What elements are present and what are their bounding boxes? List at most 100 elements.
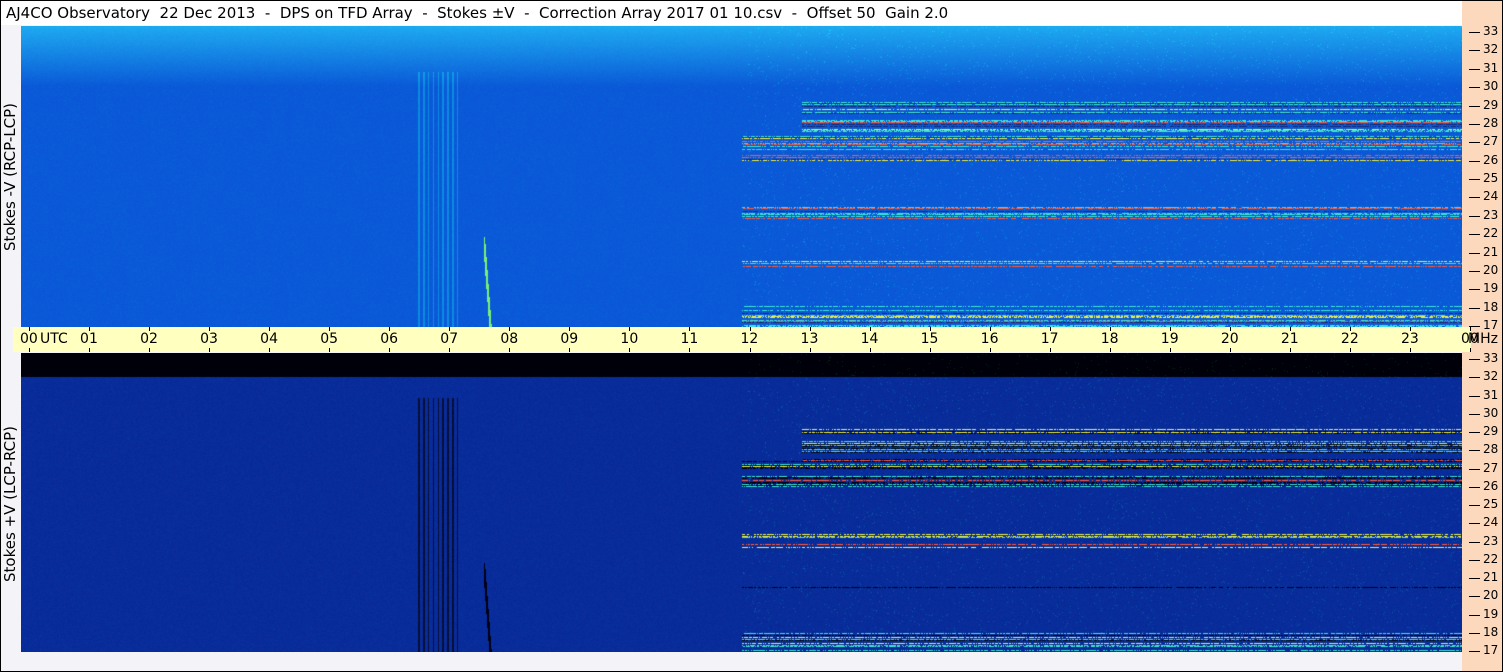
y-tick [1469,87,1480,89]
panel-label-top: Stokes -V (RCP-LCP) [1,103,19,251]
x-tick-label: 10 [620,331,639,347]
x-tick-label: 17 [1040,331,1059,347]
x-tick [1169,348,1171,352]
y-tick-label: 22 [1483,226,1499,241]
x-tick [929,348,931,352]
y-tick [1469,651,1480,652]
y-tick [1469,123,1480,125]
y-tick [1469,270,1480,272]
y-tick [1469,105,1480,107]
y-tick-label: 26 [1483,478,1499,493]
y-tick-label: 30 [1483,405,1499,420]
x-tick-label: 23 [1400,331,1419,347]
y-tick [1469,596,1480,598]
y-tick-label: 27 [1483,134,1499,149]
x-tick [509,348,511,352]
x-tick [569,348,571,352]
x-tick [809,348,811,352]
x-tick-label: 09 [560,331,579,347]
y-tick-label: 30 [1483,79,1499,94]
x-tick [629,348,631,352]
y-tick [1469,234,1480,236]
x-tick-label: 20 [1220,331,1239,347]
x-tick [449,348,451,352]
x-tick [1049,348,1051,352]
y-tick [1469,179,1480,180]
x-tick-label: 11 [680,331,699,347]
x-tick-label: 00 [20,331,38,347]
spectrogram-bottom-heatmap [21,353,1462,652]
y-tick [1469,523,1480,525]
x-tick [869,348,871,352]
y-tick-label: 25 [1483,171,1499,185]
x-tick [1409,348,1411,352]
x-tick-label: 12 [740,331,759,347]
y-tick-label: 17 [1483,643,1499,657]
y-tick [1469,395,1480,397]
y-tick [1469,50,1480,52]
x-tick [209,348,211,352]
x-tick-label: 19 [1160,331,1179,347]
x-tick-label: 16 [980,331,999,347]
y-axis-units: MHz [1468,331,1498,347]
y-tick-label: 22 [1483,551,1499,566]
x-tick-label: 08 [500,331,519,347]
y-tick [1469,252,1480,254]
x-tick [149,348,151,352]
y-tick [1469,326,1480,327]
y-tick [1469,377,1480,379]
y-tick-label: 33 [1483,351,1499,365]
x-tick [1229,348,1231,352]
spectrogram-top-heatmap [21,26,1462,327]
x-tick [89,348,91,352]
x-tick-label: 01 [80,331,98,347]
x-tick-label: 18 [1100,331,1119,347]
chart-title: AJ4CO Observatory 22 Dec 2013 - DPS on T… [6,4,949,22]
y-tick-label: 32 [1483,369,1499,384]
y-tick [1469,197,1480,199]
x-tick-label: 15 [920,331,939,347]
x-tick [1289,348,1291,352]
y-tick [1469,307,1480,309]
y-tick-label: 17 [1483,318,1499,332]
y-tick-label: 20 [1483,262,1499,277]
x-tick-label: 06 [380,331,399,347]
y-tick [1469,432,1480,433]
y-tick [1469,142,1480,144]
x-tick-label: 04 [260,331,278,347]
x-tick-label: 22 [1340,331,1359,347]
y-tick [1469,468,1480,470]
y-tick-label: 19 [1483,281,1499,296]
x-tick-label: 13 [800,331,819,347]
x-tick [749,348,751,352]
y-tick-label: 24 [1483,515,1499,530]
x-tick-label: 07 [440,331,459,347]
x-tick [1109,348,1111,352]
y-tick-label: 28 [1483,115,1499,130]
y-tick [1469,578,1480,579]
y-tick [1469,505,1480,506]
y-tick-label: 26 [1483,152,1499,167]
y-tick-label: 21 [1483,244,1499,259]
y-tick-label: 29 [1483,424,1499,438]
x-tick-label: 05 [320,331,339,347]
y-tick [1469,32,1480,33]
y-tick [1469,289,1480,291]
y-tick [1469,215,1480,217]
time-axis: 00 01 02 03 04 05 06 07 08 09 10 11 12 13 14 15 16 17 18 19… [13,327,1498,352]
panel-label-bottom: Stokes +V (LCP-RCP) [1,426,19,582]
y-tick [1469,450,1480,452]
x-tick-label: 14 [860,331,879,347]
y-tick-label: 18 [1483,624,1499,639]
y-tick [1469,559,1480,561]
y-tick-label: 27 [1483,460,1499,475]
y-tick [1469,614,1480,616]
x-tick [1470,348,1471,352]
x-tick [29,348,30,352]
x-tick [269,348,271,352]
spectrogram-window: AJ4CO Observatory 22 Dec 2013 - DPS on T… [0,0,1503,672]
x-tick-label: 21 [1280,331,1299,347]
x-tick [389,348,391,352]
x-tick [989,348,991,352]
y-tick-label: 32 [1483,42,1499,57]
